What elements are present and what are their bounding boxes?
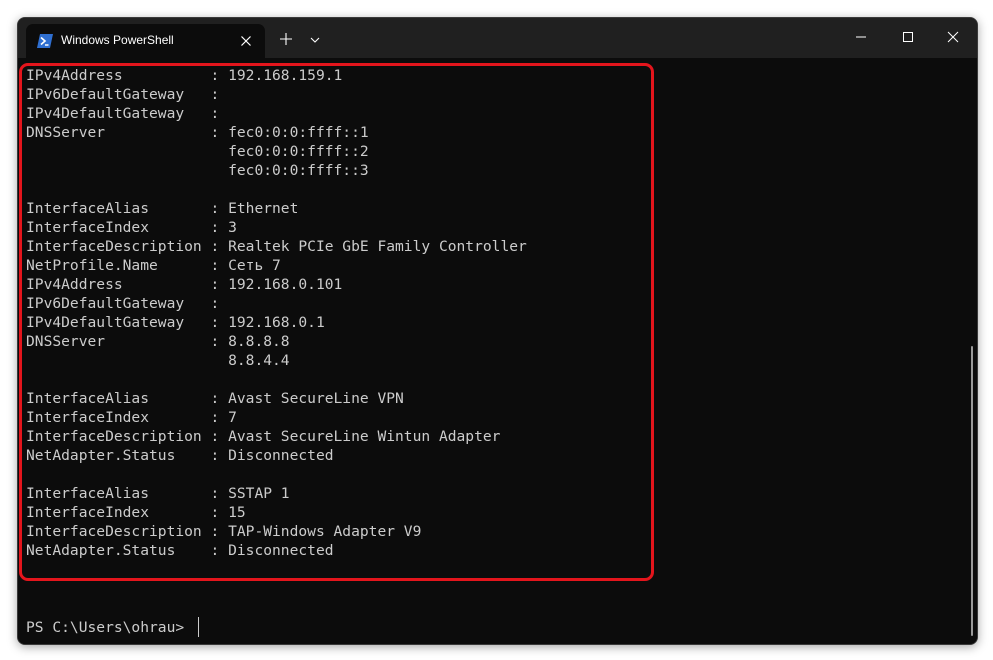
tab-title: Windows PowerShell xyxy=(61,33,174,47)
chevron-down-icon[interactable] xyxy=(306,31,324,49)
close-tab-icon[interactable] xyxy=(238,33,254,49)
terminal-output[interactable]: IPv4Address : 192.168.159.1 IPv6DefaultG… xyxy=(18,58,977,644)
text-cursor xyxy=(198,617,199,637)
highlight-frame xyxy=(19,63,654,581)
powershell-icon xyxy=(37,34,53,48)
command-prompt[interactable]: PS C:\Users\ohrau> xyxy=(26,618,184,637)
title-bar[interactable]: Windows PowerShell xyxy=(18,18,977,58)
maximize-icon[interactable] xyxy=(893,26,923,48)
powershell-window: Windows PowerShell IPv4Address : 192.168… xyxy=(17,17,978,645)
new-tab-icon[interactable] xyxy=(276,29,296,49)
scrollbar[interactable] xyxy=(971,346,973,636)
close-window-icon[interactable] xyxy=(938,26,968,48)
minimize-icon[interactable] xyxy=(846,26,876,48)
tab-windows-powershell[interactable]: Windows PowerShell xyxy=(26,24,265,58)
